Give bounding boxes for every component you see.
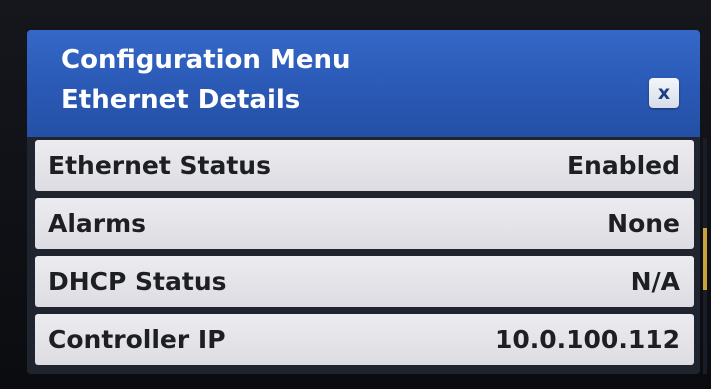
close-button[interactable]: x — [649, 78, 679, 108]
row-label: Controller IP — [48, 325, 226, 354]
close-icon: x — [657, 81, 671, 104]
menu-header: Configuration Menu Ethernet Details x — [27, 30, 700, 137]
display-screen: Configuration Menu Ethernet Details x Et… — [27, 30, 700, 374]
menu-title: Configuration Menu — [61, 45, 351, 75]
row-value: None — [607, 209, 680, 238]
row-controller-ip[interactable]: Controller IP 10.0.100.112 — [35, 314, 694, 365]
row-label: Alarms — [48, 209, 147, 238]
row-dhcp-status[interactable]: DHCP Status N/A — [35, 256, 694, 307]
row-value: 10.0.100.112 — [494, 325, 680, 354]
scrollbar-thumb[interactable] — [703, 228, 707, 290]
row-value: N/A — [630, 267, 680, 296]
row-alarms[interactable]: Alarms None — [35, 198, 694, 249]
menu-subtitle: Ethernet Details — [61, 85, 301, 115]
row-label: DHCP Status — [48, 267, 227, 296]
row-value: Enabled — [566, 151, 680, 180]
row-label: Ethernet Status — [48, 151, 271, 180]
row-ethernet-status[interactable]: Ethernet Status Enabled — [35, 140, 694, 191]
